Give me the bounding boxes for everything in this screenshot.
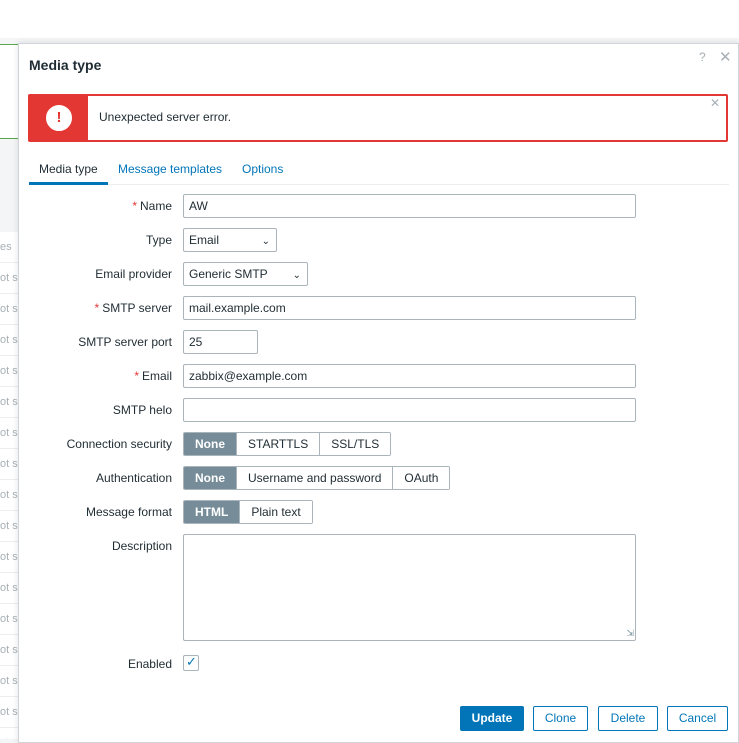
message-format-html[interactable]: HTML (184, 501, 240, 523)
smtp-port-input[interactable]: 25 (183, 330, 258, 354)
authentication-oauth[interactable]: OAuth (392, 467, 450, 489)
page-header-area (0, 0, 739, 38)
smtp-server-label: * SMTP server (94, 301, 172, 315)
list-item: ot s (0, 418, 20, 449)
update-button[interactable]: Update (460, 706, 524, 731)
connection-security-label: Connection security (66, 437, 172, 451)
list-item: ot s (0, 573, 20, 604)
email-input[interactable]: zabbix@example.com (183, 364, 636, 388)
required-marker: * (132, 199, 137, 213)
close-icon[interactable]: ✕ (719, 48, 732, 66)
smtp-port-label: SMTP server port (78, 335, 172, 349)
type-select-value: Email (189, 233, 220, 247)
message-format-toggle: HTML Plain text (183, 500, 313, 524)
type-select[interactable]: Email ⌄ (183, 228, 277, 252)
email-provider-label: Email provider (95, 267, 172, 281)
active-tab-indicator (29, 182, 108, 185)
required-marker: * (94, 301, 100, 315)
smtp-helo-input[interactable] (183, 398, 636, 422)
tab-media-type[interactable]: Media type (39, 162, 98, 176)
smtp-helo-label: SMTP helo (112, 403, 172, 417)
connection-security-none[interactable]: None (184, 433, 236, 455)
description-textarea[interactable]: ⇲ (183, 534, 636, 641)
list-item: ot s (0, 666, 20, 697)
connection-security-toggle: None STARTTLS SSL/TLS (183, 432, 392, 456)
list-item: ot s (0, 449, 20, 480)
list-item: ot s (0, 635, 20, 666)
authentication-label: Authentication (95, 471, 172, 485)
email-provider-select[interactable]: Generic SMTP ⌄ (183, 262, 308, 286)
error-icon: ! (46, 105, 72, 131)
list-item: ot s (0, 511, 20, 542)
list-item: ot s (0, 480, 20, 511)
authentication-none[interactable]: None (184, 467, 236, 489)
authentication-username-password[interactable]: Username and password (236, 467, 393, 489)
list-item: ot s (0, 325, 20, 356)
list-item: ot s (0, 356, 20, 387)
list-item: ot s (0, 387, 20, 418)
error-message-box: ! Unexpected server error. ✕ (28, 94, 728, 142)
list-item: ot s (0, 294, 20, 325)
delete-button[interactable]: Delete (598, 706, 658, 731)
tab-bar: Media type Message templates Options (29, 156, 729, 185)
message-format-label: Message format (85, 505, 172, 519)
name-input[interactable]: AW (183, 194, 636, 218)
enabled-checkbox[interactable]: ✓ (183, 654, 199, 671)
error-icon-panel: ! (30, 96, 88, 140)
message-format-plain-text[interactable]: Plain text (239, 501, 312, 523)
error-icon-glyph: ! (56, 109, 62, 126)
required-marker: * (134, 369, 139, 383)
list-item: ot s (0, 697, 20, 728)
cancel-button[interactable]: Cancel (667, 706, 728, 731)
list-item: ot s (0, 604, 20, 635)
enabled-label: Enabled (127, 657, 172, 671)
list-item: ot s (0, 263, 20, 294)
tab-options[interactable]: Options (242, 162, 283, 176)
chevron-down-icon: ⌄ (261, 236, 270, 247)
smtp-server-input[interactable]: mail.example.com (183, 296, 636, 320)
clone-button[interactable]: Clone (533, 706, 588, 731)
checkmark-icon: ✓ (186, 654, 197, 669)
name-label: * Name (132, 199, 172, 213)
error-close-icon[interactable]: ✕ (710, 96, 720, 110)
media-type-dialog: Media type ? ✕ ! Unexpected server error… (18, 43, 739, 743)
background-panel (0, 44, 20, 139)
list-item: es (0, 232, 20, 263)
list-item: ot s (0, 542, 20, 573)
authentication-toggle: None Username and password OAuth (183, 466, 451, 490)
email-label: * Email (134, 369, 172, 383)
email-provider-value: Generic SMTP (189, 267, 268, 281)
description-label: Description (111, 539, 172, 553)
help-icon[interactable]: ? (699, 50, 706, 64)
tab-message-templates[interactable]: Message templates (118, 162, 222, 176)
resize-handle-icon[interactable]: ⇲ (626, 628, 634, 639)
dialog-title: Media type (29, 57, 102, 73)
error-message: Unexpected server error. (99, 110, 232, 124)
background-list: es ot s ot s ot s ot s ot s ot s ot s ot… (0, 232, 20, 739)
type-label: Type (145, 233, 172, 247)
connection-security-ssl-tls[interactable]: SSL/TLS (319, 433, 391, 455)
list-item: ot s (0, 728, 20, 739)
chevron-down-icon: ⌄ (292, 270, 301, 281)
connection-security-starttls[interactable]: STARTTLS (236, 433, 320, 455)
